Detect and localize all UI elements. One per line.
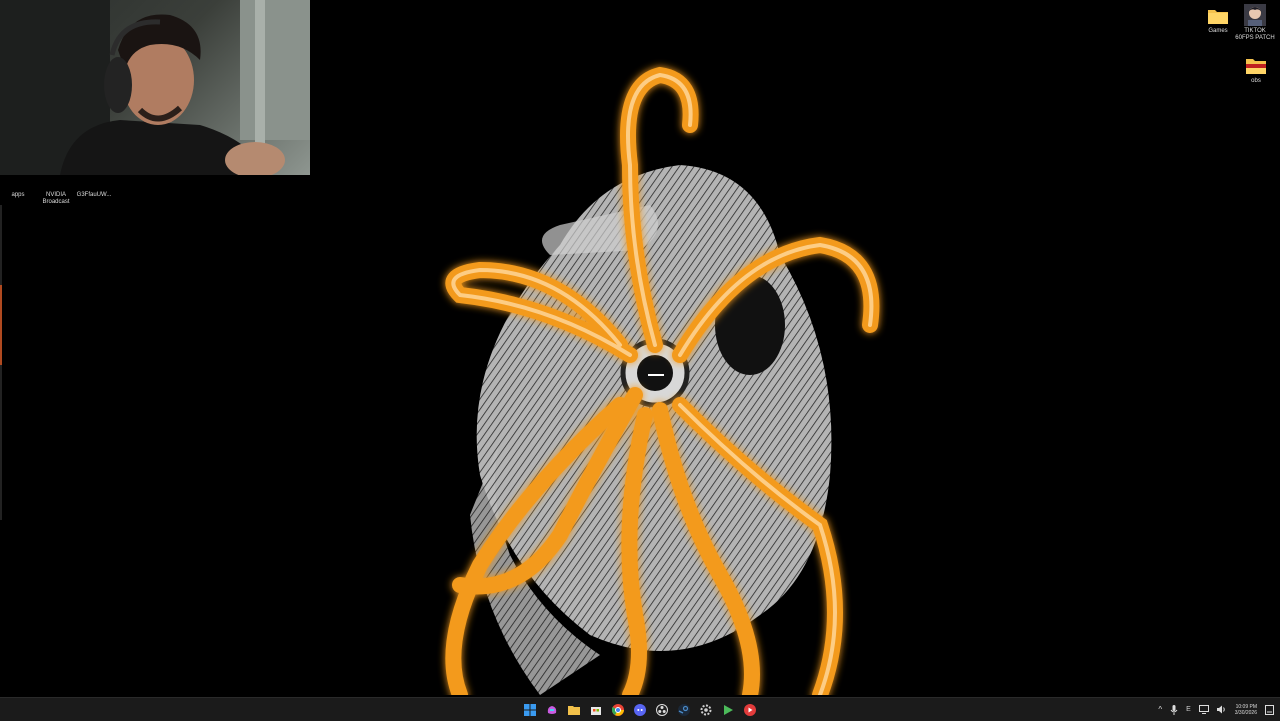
taskbar-clock[interactable]: 10:09 PM 3/30/2026 (1235, 704, 1257, 716)
record-icon (744, 703, 756, 716)
play-icon (724, 704, 733, 715)
taskbar-copilot-button[interactable] (541, 698, 563, 721)
clock-date: 3/30/2026 (1234, 709, 1257, 716)
notification-icon[interactable] (1265, 704, 1274, 715)
desktop-icon-label: G3FfauUW... (76, 192, 112, 198)
taskbar-discord-button[interactable] (629, 698, 651, 721)
wallpaper-artwork (445, 66, 880, 695)
obs-folder-icon (1246, 59, 1266, 74)
taskbar: ^ E 10:09 PM 3/30/2026 (0, 697, 1280, 721)
taskbar-steam-button[interactable] (673, 698, 695, 721)
folder-icon (1208, 10, 1228, 24)
steam-icon (678, 703, 690, 716)
desktop-icon-file[interactable]: G3FfauUW... (74, 178, 114, 199)
desktop-icon-apps[interactable]: apps (6, 178, 30, 199)
folder-icon (568, 705, 580, 715)
taskbar-chrome-button[interactable] (607, 698, 629, 721)
taskbar-file-explorer-button[interactable] (563, 698, 585, 721)
taskbar-obs-button[interactable] (651, 698, 673, 721)
tray-overflow-chevron-icon[interactable]: ^ (1158, 705, 1162, 714)
discord-icon (634, 703, 646, 716)
taskbar-store-button[interactable] (585, 698, 607, 721)
taskbar-recorder-button[interactable] (739, 698, 761, 721)
taskbar-start-button[interactable] (519, 698, 541, 721)
chrome-icon (612, 703, 624, 716)
desktop-icon-tiktok-patch[interactable]: TIKTOK 60FPS PATCH (1227, 4, 1280, 42)
desktop-icon-label: Games (1208, 28, 1228, 34)
language-indicator[interactable]: E (1186, 706, 1191, 713)
desktop-icon-label: NVIDIA Broadcast (42, 192, 70, 205)
network-icon[interactable] (1198, 705, 1209, 714)
window-edge-indicator (0, 205, 2, 520)
webcam-overlay (0, 0, 310, 175)
taskbar-settings-button[interactable] (695, 698, 717, 721)
desktop: apps NVIDIA Broadcast G3FfauUW... Games … (0, 0, 1280, 697)
windows-start-icon (524, 703, 536, 716)
store-icon (591, 706, 601, 715)
desktop-icon-obs[interactable]: obs (1228, 56, 1280, 85)
taskbar-launcher-button[interactable] (717, 698, 739, 721)
desktop-icon-label: obs (1251, 78, 1261, 84)
gear-icon (700, 704, 712, 715)
taskbar-apps (519, 698, 761, 721)
streamer-camera-feed (0, 0, 310, 175)
avatar-shortcut-icon (1244, 4, 1266, 26)
desktop-icon-label: apps (11, 192, 25, 198)
system-tray: ^ E 10:09 PM 3/30/2026 (1158, 698, 1274, 721)
copilot-icon (547, 705, 557, 714)
volume-icon[interactable] (1216, 705, 1227, 714)
obs-icon (656, 703, 668, 716)
desktop-icon-nvidia-broadcast[interactable]: NVIDIA Broadcast (38, 178, 74, 206)
mic-icon[interactable] (1170, 704, 1178, 715)
desktop-icon-label: TIKTOK 60FPS PATCH (1235, 28, 1275, 41)
